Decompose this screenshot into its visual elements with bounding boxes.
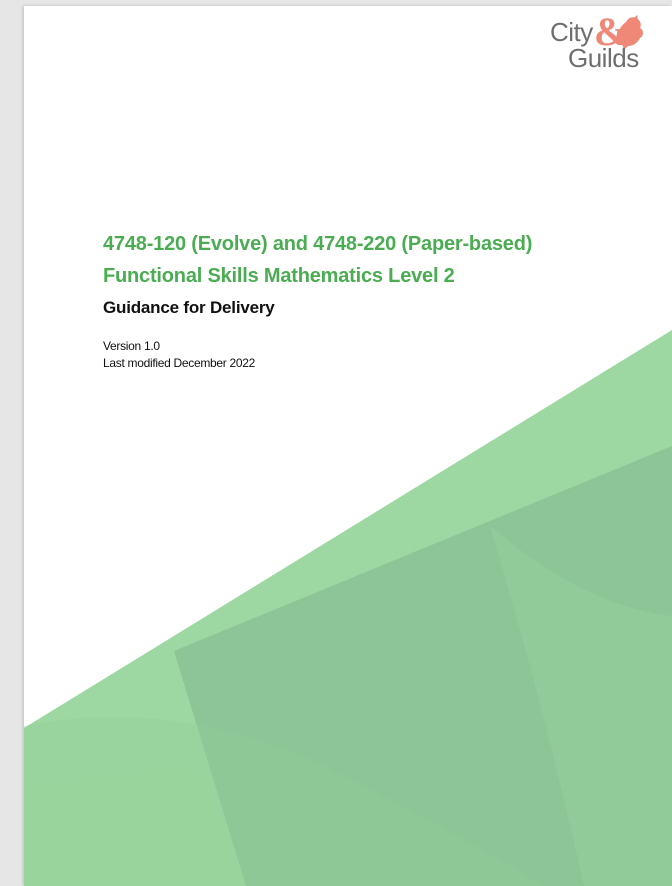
document-title-qualification: 4748-120 (Evolve) and 4748-220 (Paper-ba… (103, 233, 533, 255)
last-modified-label: Last modified December 2022 (103, 356, 255, 370)
version-label: Version 1.0 (103, 339, 160, 353)
logo-word-guilds: Guilds (568, 43, 639, 73)
cover-text-block: 4748-120 (Evolve) and 4748-220 (Paper-ba… (103, 228, 663, 372)
city-and-guilds-logo: City & Guilds (550, 10, 650, 74)
document-page[interactable]: City & Guilds 4748-120 (Evolve) and 4748… (24, 6, 672, 886)
document-subtitle: Guidance for Delivery (103, 298, 275, 317)
decorative-green-shapes (24, 330, 672, 886)
logo-word-city: City (550, 17, 593, 47)
document-title-subject: Functional Skills Mathematics Level 2 (103, 265, 455, 287)
document-metadata: Version 1.0 Last modified December 2022 (103, 338, 663, 372)
document-viewer: City & Guilds 4748-120 (Evolve) and 4748… (0, 0, 672, 886)
